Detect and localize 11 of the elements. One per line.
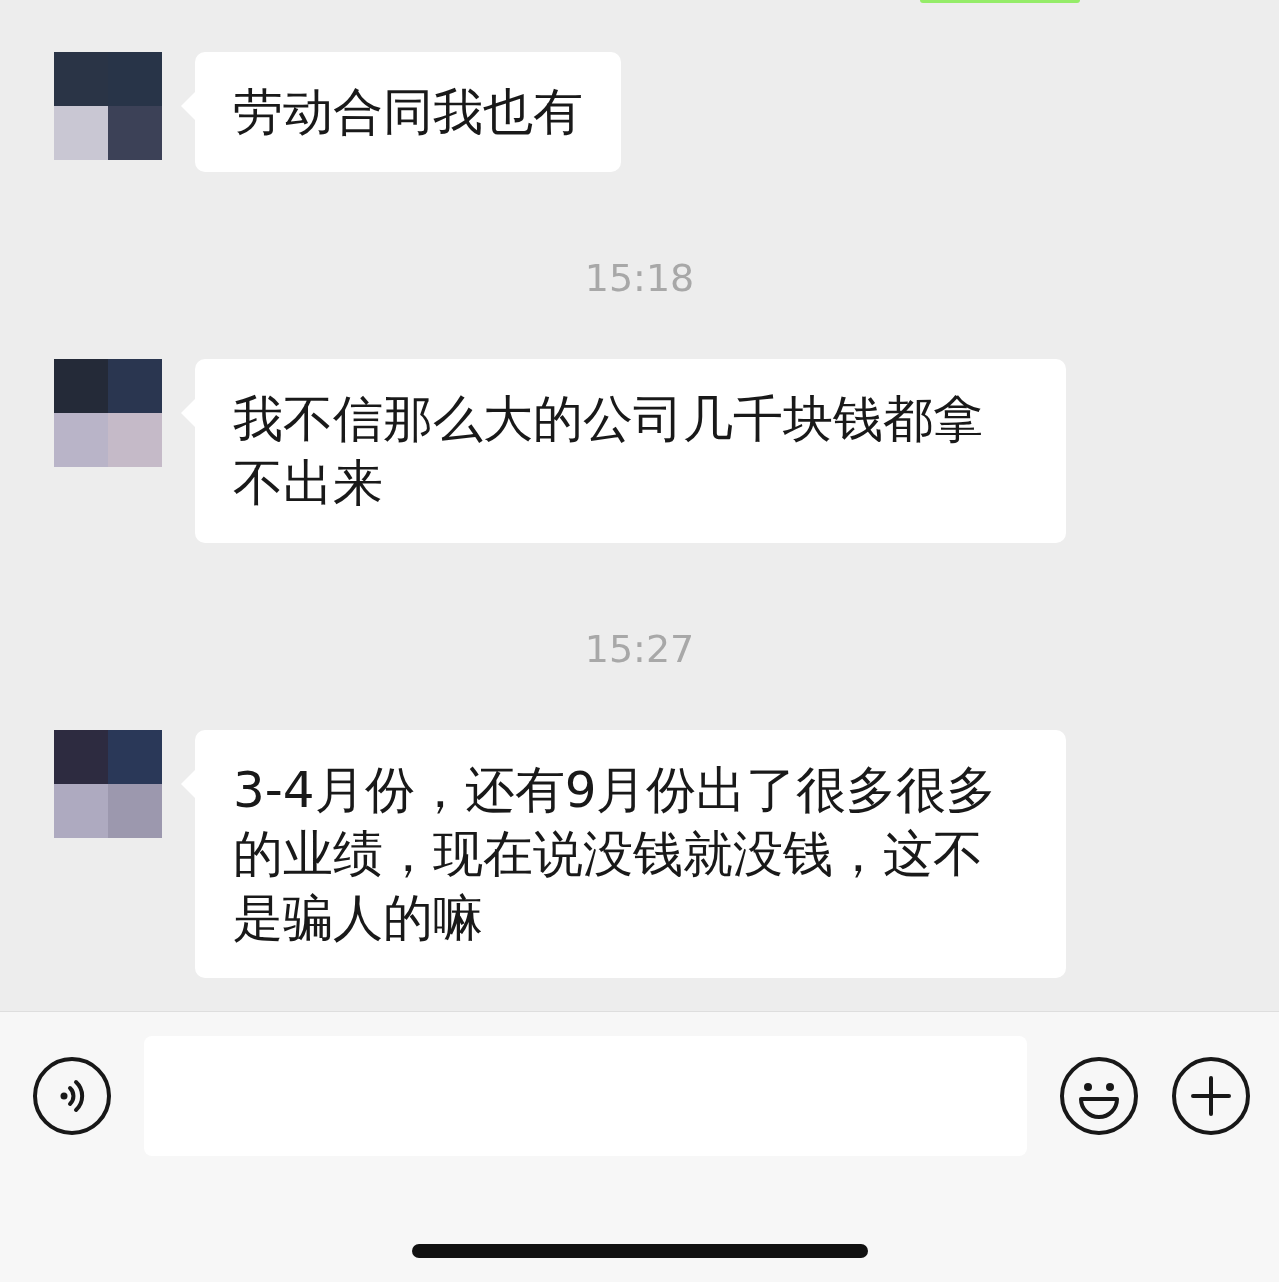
- timestamp: 15:27: [584, 627, 695, 671]
- avatar[interactable]: [54, 52, 162, 160]
- emoji-icon[interactable]: [1059, 1056, 1139, 1136]
- avatar[interactable]: [54, 730, 162, 838]
- message-bubble: 劳动合同我也有: [195, 52, 621, 172]
- voice-icon[interactable]: [32, 1056, 112, 1136]
- plus-icon[interactable]: [1171, 1056, 1251, 1136]
- timestamp: 15:18: [584, 256, 695, 300]
- avatar[interactable]: [54, 359, 162, 467]
- message-bubble: 3-4月份，还有9月份出了很多很多的业绩，现在说没钱就没钱，这不是骗人的嘛: [195, 730, 1066, 978]
- message-bubble: 我不信那么大的公司几千块钱都拿不出来: [195, 359, 1066, 543]
